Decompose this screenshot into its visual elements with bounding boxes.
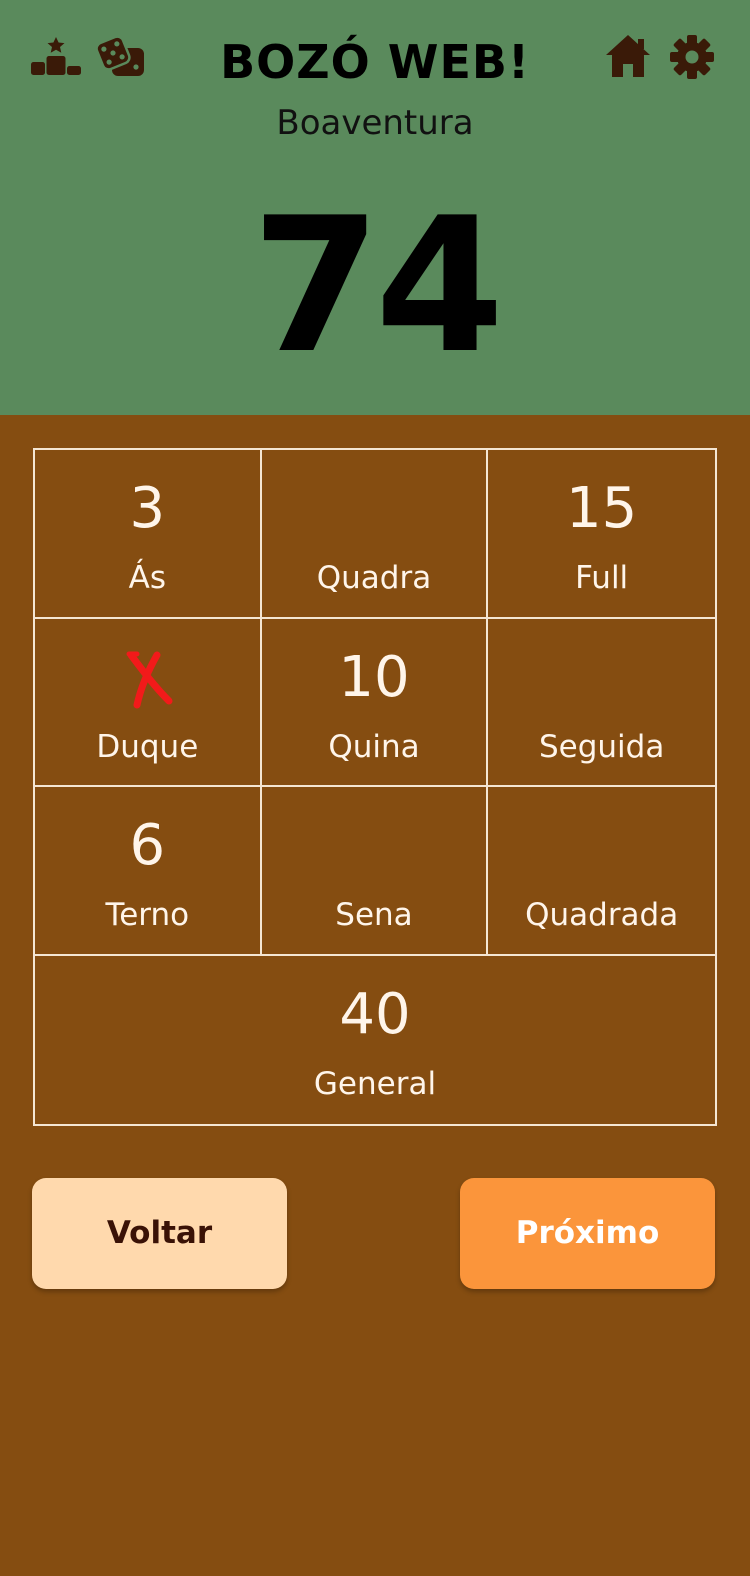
cell-quadra[interactable]: Quadra bbox=[261, 450, 489, 619]
cell-as[interactable]: 3 Ás bbox=[35, 450, 262, 619]
gear-icon[interactable] bbox=[668, 33, 716, 81]
cell-full[interactable]: 15 Full bbox=[488, 450, 715, 619]
total-score: 74 bbox=[251, 177, 505, 394]
cell-seguida-label: Seguida bbox=[538, 728, 665, 765]
x-mark-icon bbox=[121, 651, 173, 709]
cell-duque-label: Duque bbox=[96, 728, 199, 765]
cell-terno-label: Terno bbox=[105, 897, 190, 933]
cell-sena[interactable]: Sena bbox=[261, 787, 489, 956]
back-button[interactable]: Voltar bbox=[32, 1178, 287, 1289]
cell-quadra-label: Quadra bbox=[316, 560, 432, 596]
cell-quadrada-label: Quadrada bbox=[525, 897, 679, 933]
scoreboard-grid: 3 Ás Quadra 15 Full Duque 10 Quina Segui… bbox=[33, 448, 717, 1126]
cell-as-label: Ás bbox=[128, 560, 166, 596]
cell-general[interactable]: 40 General bbox=[35, 956, 715, 1125]
cell-quina[interactable]: 10 Quina bbox=[261, 618, 489, 787]
cell-full-label: Full bbox=[575, 560, 629, 596]
cell-quina-label: Quina bbox=[328, 728, 420, 765]
cell-sena-label: Sena bbox=[335, 897, 413, 933]
cell-seguida[interactable]: Seguida bbox=[488, 619, 715, 787]
cell-as-value: 3 bbox=[129, 476, 166, 541]
cell-general-value: 40 bbox=[339, 981, 411, 1047]
header: BOZÓ WEB! Boaventura 74 bbox=[0, 0, 750, 415]
home-icon[interactable] bbox=[604, 33, 652, 79]
next-button[interactable]: Próximo bbox=[460, 1178, 715, 1289]
cell-duque[interactable]: Duque bbox=[35, 618, 262, 787]
cell-quadrada[interactable]: Quadrada bbox=[488, 787, 715, 956]
player-name: Boaventura bbox=[276, 103, 474, 143]
cell-general-label: General bbox=[313, 1065, 437, 1102]
cell-quina-value: 10 bbox=[338, 644, 410, 710]
cell-terno[interactable]: 6 Terno bbox=[35, 787, 262, 956]
cell-terno-value: 6 bbox=[129, 813, 166, 878]
cell-full-value: 15 bbox=[566, 476, 638, 541]
